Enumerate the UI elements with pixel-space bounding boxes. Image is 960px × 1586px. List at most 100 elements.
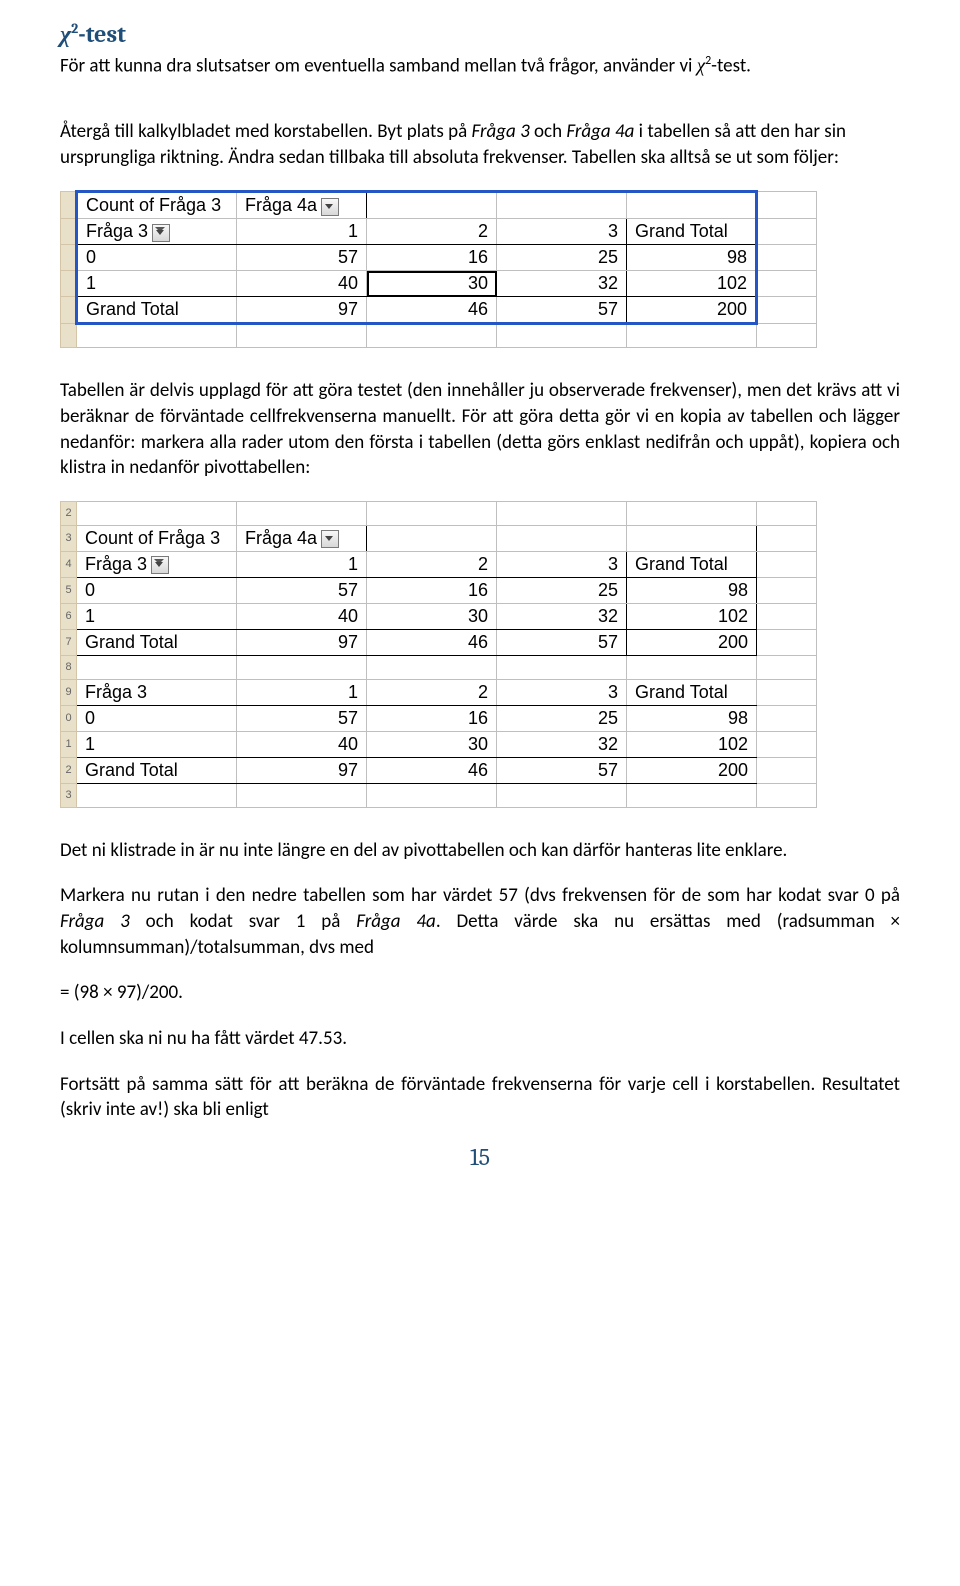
- empty-cell[interactable]: [757, 324, 817, 348]
- empty-cell[interactable]: [757, 525, 817, 551]
- grand-cell[interactable]: 97: [237, 629, 367, 655]
- empty-cell[interactable]: [627, 655, 757, 679]
- grand-total-label[interactable]: Grand Total: [77, 629, 237, 655]
- filter-funnel-icon[interactable]: [152, 224, 170, 242]
- empty-cell[interactable]: [757, 731, 817, 757]
- grand-cell[interactable]: 97: [237, 297, 367, 324]
- filter-funnel-icon[interactable]: [151, 556, 169, 574]
- data-cell[interactable]: 16: [367, 705, 497, 731]
- data-cell[interactable]: 102: [627, 271, 757, 297]
- grand-cell[interactable]: 46: [367, 757, 497, 783]
- empty-cell[interactable]: [757, 603, 817, 629]
- empty-cell[interactable]: [627, 783, 757, 807]
- grand-total-label[interactable]: Grand Total: [77, 297, 237, 324]
- filter-dropdown-icon[interactable]: [321, 198, 339, 216]
- empty-cell[interactable]: [757, 655, 817, 679]
- row-label[interactable]: 0: [77, 705, 237, 731]
- empty-cell[interactable]: [367, 324, 497, 348]
- empty-cell[interactable]: [757, 192, 817, 219]
- data-cell[interactable]: 40: [237, 603, 367, 629]
- data-cell[interactable]: 40: [237, 731, 367, 757]
- data-cell[interactable]: 98: [627, 577, 757, 603]
- empty-cell[interactable]: [757, 551, 817, 577]
- grand-cell[interactable]: 200: [627, 297, 757, 324]
- empty-cell[interactable]: [237, 324, 367, 348]
- data-cell[interactable]: 98: [627, 245, 757, 271]
- empty-cell[interactable]: [757, 679, 817, 705]
- pivot-cell[interactable]: [627, 192, 757, 219]
- empty-cell[interactable]: [757, 577, 817, 603]
- grand-cell[interactable]: 57: [497, 297, 627, 324]
- pivot-count-label[interactable]: Count of Fråga 3: [77, 192, 237, 219]
- col-header-grand[interactable]: Grand Total: [627, 679, 757, 705]
- data-cell[interactable]: 16: [367, 245, 497, 271]
- col-header[interactable]: 3: [497, 219, 627, 245]
- pivot-colfield[interactable]: Fråga 4a: [237, 525, 367, 551]
- col-header[interactable]: 1: [237, 219, 367, 245]
- col-header[interactable]: 2: [367, 219, 497, 245]
- empty-cell[interactable]: [627, 525, 757, 551]
- empty-cell[interactable]: [77, 324, 237, 348]
- row-label[interactable]: 0: [77, 577, 237, 603]
- empty-cell[interactable]: [237, 501, 367, 525]
- empty-cell[interactable]: [757, 783, 817, 807]
- row-label[interactable]: 0: [77, 245, 237, 271]
- pivot-cell[interactable]: [497, 192, 627, 219]
- data-cell[interactable]: 57: [237, 705, 367, 731]
- data-cell[interactable]: 25: [497, 705, 627, 731]
- row-field-copy[interactable]: Fråga 3: [77, 679, 237, 705]
- col-header[interactable]: 3: [497, 679, 627, 705]
- data-cell[interactable]: 30: [367, 603, 497, 629]
- grand-total-label[interactable]: Grand Total: [77, 757, 237, 783]
- pivot-cell[interactable]: [367, 192, 497, 219]
- empty-cell[interactable]: [367, 783, 497, 807]
- row-label[interactable]: 1: [77, 271, 237, 297]
- empty-cell[interactable]: [627, 324, 757, 348]
- row-label[interactable]: 1: [77, 603, 237, 629]
- pivot-count-label[interactable]: Count of Fråga 3: [77, 525, 237, 551]
- empty-cell[interactable]: [757, 757, 817, 783]
- empty-cell[interactable]: [497, 324, 627, 348]
- grand-cell[interactable]: 200: [627, 757, 757, 783]
- data-cell[interactable]: 32: [497, 271, 627, 297]
- empty-cell[interactable]: [497, 783, 627, 807]
- row-label[interactable]: 1: [77, 731, 237, 757]
- empty-cell[interactable]: [497, 501, 627, 525]
- empty-cell[interactable]: [77, 783, 237, 807]
- data-cell-active[interactable]: 30: [367, 271, 497, 297]
- empty-cell[interactable]: [757, 705, 817, 731]
- grand-cell[interactable]: 46: [367, 629, 497, 655]
- empty-cell[interactable]: [237, 783, 367, 807]
- filter-dropdown-icon[interactable]: [321, 530, 339, 548]
- empty-cell[interactable]: [757, 501, 817, 525]
- data-cell[interactable]: 102: [627, 603, 757, 629]
- col-header-grand[interactable]: Grand Total: [627, 219, 757, 245]
- pivot-rowfield[interactable]: Fråga 3: [77, 219, 237, 245]
- empty-cell[interactable]: [497, 655, 627, 679]
- empty-cell[interactable]: [497, 525, 627, 551]
- grand-cell[interactable]: 57: [497, 629, 627, 655]
- empty-cell[interactable]: [77, 655, 237, 679]
- grand-cell[interactable]: 46: [367, 297, 497, 324]
- empty-cell[interactable]: [757, 629, 817, 655]
- data-cell[interactable]: 57: [237, 245, 367, 271]
- data-cell[interactable]: 57: [237, 577, 367, 603]
- pivot-rowfield[interactable]: Fråga 3: [77, 551, 237, 577]
- data-cell[interactable]: 40: [237, 271, 367, 297]
- empty-cell[interactable]: [367, 655, 497, 679]
- data-cell[interactable]: 25: [497, 245, 627, 271]
- data-cell[interactable]: 102: [627, 731, 757, 757]
- empty-cell[interactable]: [367, 501, 497, 525]
- empty-cell[interactable]: [77, 501, 237, 525]
- empty-cell[interactable]: [757, 245, 817, 271]
- grand-cell[interactable]: 57: [497, 757, 627, 783]
- col-header[interactable]: 1: [237, 679, 367, 705]
- data-cell[interactable]: 25: [497, 577, 627, 603]
- col-header[interactable]: 1: [237, 551, 367, 577]
- col-header[interactable]: 2: [367, 679, 497, 705]
- grand-cell[interactable]: 97: [237, 757, 367, 783]
- col-header-grand[interactable]: Grand Total: [627, 551, 757, 577]
- empty-cell[interactable]: [237, 655, 367, 679]
- col-header[interactable]: 2: [367, 551, 497, 577]
- data-cell[interactable]: 32: [497, 731, 627, 757]
